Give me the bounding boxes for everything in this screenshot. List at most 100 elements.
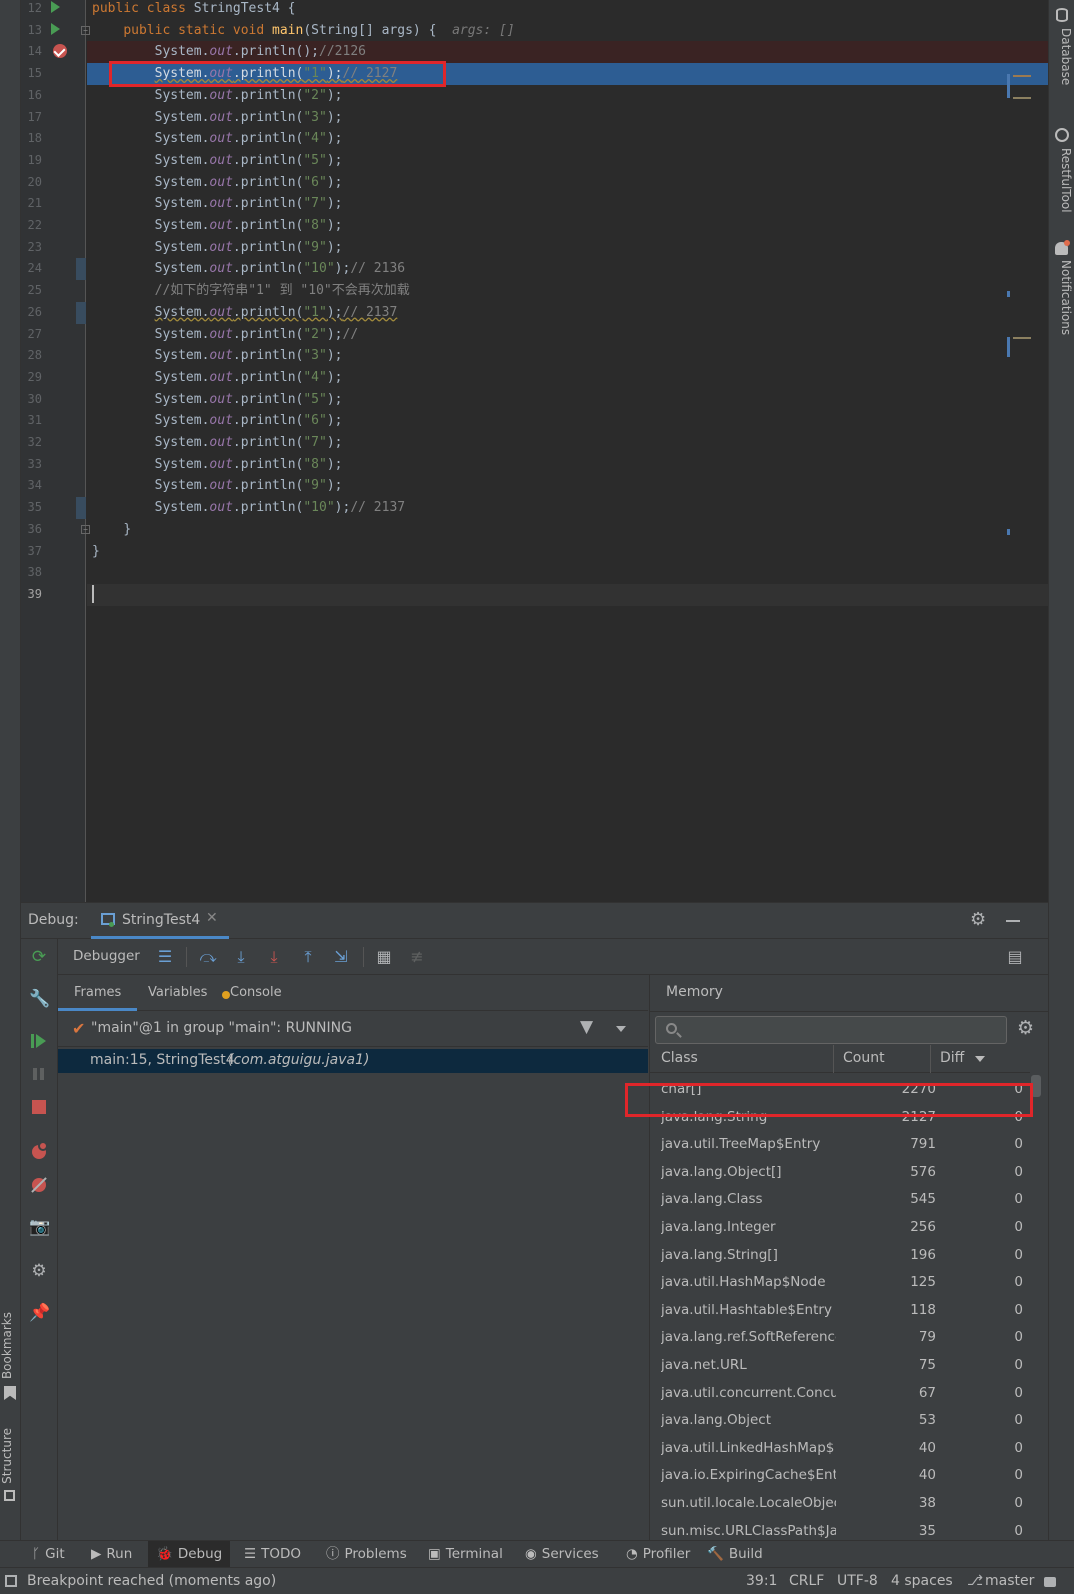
step-out-icon[interactable]: ⤒ (297, 946, 319, 968)
toolwindow-services[interactable]: ◉ Services (517, 1541, 607, 1568)
memory-row[interactable]: java.util.TreeMap$Entry 791 0 (650, 1130, 1030, 1158)
memory-count: 53 (918, 1412, 936, 1429)
rerun-icon[interactable]: ⟳ (29, 947, 49, 967)
evaluate-expression-icon[interactable]: ▦ (373, 946, 395, 968)
toolwindow-problems[interactable]: ⓘ Problems (318, 1541, 415, 1568)
wrench-icon[interactable]: 🔧 (29, 989, 50, 1009)
memory-row[interactable]: java.util.Hashtable$Entry 118 0 (650, 1296, 1030, 1324)
memory-diff: 0 (1014, 1274, 1023, 1291)
chevron-down-icon[interactable] (616, 1026, 626, 1032)
run-to-cursor-icon[interactable]: ⇲ (330, 946, 352, 968)
lock-icon[interactable] (1044, 1577, 1056, 1587)
toolwindow-label: Build (728, 1546, 763, 1562)
run-gutter-icon[interactable] (51, 1, 60, 13)
notifications-tab[interactable]: Notifications (1051, 260, 1073, 335)
bookmarks-tab[interactable]: Bookmarks (0, 1312, 21, 1379)
filter-icon[interactable]: ▼ (580, 1017, 593, 1037)
step-into-icon[interactable]: ⤓ (230, 946, 252, 968)
memory-row[interactable]: java.lang.String[] 196 0 (650, 1241, 1030, 1269)
code-println: .println( (232, 348, 304, 364)
gear-icon[interactable]: ⚙ (970, 909, 986, 930)
code-comment: //如下的字符串"1" 到 "10"不会再次加载 (154, 283, 410, 299)
code-editor[interactable]: 12 13− 14 15 16 17 18 19 20 21 22 23 24 25 26 27 28 29 30 3… (21, 0, 1048, 902)
thread-selector[interactable]: ✔ "main"@1 in group "main": RUNNING ▼ (58, 1011, 648, 1047)
close-icon[interactable]: ✕ (206, 910, 218, 926)
line15-highlight-box (109, 61, 446, 87)
view-breakpoints-icon[interactable] (29, 1140, 49, 1160)
toolwindow-profiler[interactable]: ◔ Profiler (618, 1541, 698, 1568)
mute-breakpoints-icon[interactable] (29, 1175, 49, 1195)
code-println: .println( (232, 131, 304, 147)
memory-row[interactable]: sun.misc.URLClassPath$Jar 35 0 (650, 1517, 1030, 1541)
toolwindow-build[interactable]: 🔨 Build (699, 1541, 771, 1568)
memory-row[interactable]: java.util.concurrent.Concu 67 0 (650, 1379, 1030, 1407)
memory-table: Class Count Diff char[] 2270 0 java.lang.St… (650, 1045, 1049, 1541)
memory-search-input[interactable] (655, 1016, 1007, 1044)
toolwindow-run[interactable]: ▶ Run (83, 1541, 140, 1568)
column-class[interactable]: Class (661, 1050, 698, 1066)
change-marker (76, 497, 86, 520)
code-out: out (209, 152, 233, 168)
database-tab[interactable]: Database (1051, 28, 1073, 85)
memory-row[interactable]: java.net.URL 75 0 (650, 1351, 1030, 1379)
sort-desc-icon[interactable] (975, 1056, 985, 1062)
memory-row[interactable]: java.lang.Object 53 0 (650, 1406, 1030, 1434)
structure-tab[interactable]: Structure (0, 1428, 21, 1484)
memory-settings-icon[interactable]: ⚙ (1017, 1017, 1034, 1039)
code-keyword: public static void (123, 22, 273, 38)
camera-icon[interactable]: 📷 (29, 1217, 50, 1237)
gutter-line: 20 (21, 172, 86, 194)
memory-count: 75 (918, 1357, 936, 1373)
restfultool-tab[interactable]: RestfulTool (1051, 148, 1073, 213)
memory-class: java.util.Hashtable$Entry (661, 1301, 832, 1318)
code-out: out (209, 87, 233, 103)
git-branch[interactable]: master (985, 1568, 1034, 1594)
frame-row[interactable]: main:15, StringTest4 (com.atguigu.java1) (58, 1049, 648, 1073)
toolwindow-debug[interactable]: 🐞 Debug (148, 1541, 231, 1568)
indent-setting[interactable]: 4 spaces (891, 1568, 953, 1594)
memory-row[interactable]: java.util.LinkedHashMap$ 40 0 (650, 1434, 1030, 1462)
pin-icon[interactable]: 📌 (29, 1303, 50, 1323)
memory-row[interactable]: sun.util.locale.LocaleObjec 38 0 (650, 1489, 1030, 1517)
trace-stream-icon[interactable]: ≢ (406, 946, 428, 968)
memory-row[interactable]: java.lang.Integer 256 0 (650, 1213, 1030, 1241)
toolwindow-todo[interactable]: ☰ TODO (236, 1541, 309, 1568)
gutter-line: 36− (21, 519, 90, 541)
breakpoint-icon[interactable] (53, 44, 67, 59)
memory-row[interactable]: java.lang.ref.SoftReference 79 0 (650, 1323, 1030, 1351)
line-ending[interactable]: CRLF (789, 1568, 824, 1594)
resume-icon[interactable] (29, 1031, 47, 1051)
file-encoding[interactable]: UTF-8 (837, 1568, 878, 1594)
gutter-line: 37 (21, 541, 86, 563)
column-count[interactable]: Count (843, 1050, 885, 1066)
layout-settings-icon[interactable]: ▤ (1004, 946, 1026, 968)
status-message[interactable]: Breakpoint reached (moments ago) (27, 1568, 276, 1594)
memory-row[interactable]: java.util.HashMap$Node 125 0 (650, 1268, 1030, 1296)
toolwindow-git[interactable]: ᚴ Git (24, 1541, 73, 1568)
run-gutter-icon[interactable] (51, 22, 60, 35)
show-execution-point-icon[interactable]: ☰ (154, 946, 176, 968)
toolwindow-label: Run (106, 1546, 133, 1562)
toolwindow-terminal[interactable]: ▣ Terminal (420, 1541, 511, 1568)
step-over-icon[interactable]: ⤼ (197, 946, 219, 968)
code-out: out (209, 391, 233, 407)
settings-icon[interactable]: ⚙ (29, 1261, 49, 1281)
tab-frames[interactable]: Frames (58, 975, 138, 1011)
stop-icon[interactable] (29, 1097, 49, 1117)
force-step-into-icon[interactable]: ⤓ (263, 946, 285, 968)
pause-icon[interactable] (29, 1064, 49, 1084)
tab-console[interactable]: Console (208, 975, 298, 1011)
code-string: "6" (303, 413, 327, 429)
bookmarks-label: Bookmarks (0, 1312, 14, 1380)
memory-row[interactable]: java.io.ExpiringCache$Entr 40 0 (650, 1461, 1030, 1489)
code-brace: } (92, 543, 100, 559)
caret-position[interactable]: 39:1 (746, 1568, 777, 1594)
debug-session-tab[interactable]: StringTest4 ✕ (91, 903, 229, 939)
line-number: 16 (27, 87, 42, 102)
column-diff[interactable]: Diff (940, 1050, 964, 1066)
memory-row[interactable]: java.lang.Class 545 0 (650, 1185, 1030, 1213)
memory-row[interactable]: java.lang.Object[] 576 0 (650, 1158, 1030, 1186)
code-println: .println( (232, 369, 304, 385)
status-toggle-icon[interactable] (5, 1575, 17, 1587)
minimize-icon[interactable] (1006, 920, 1020, 922)
